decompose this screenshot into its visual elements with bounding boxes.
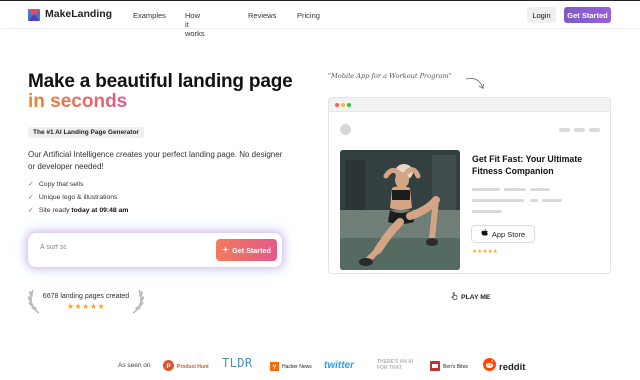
text-placeholder bbox=[472, 188, 500, 191]
play-me-button[interactable]: PLAY ME bbox=[451, 292, 490, 302]
hero-title: Make a beautiful landing page bbox=[28, 71, 293, 92]
app-store-button[interactable]: App Store bbox=[471, 225, 535, 243]
mock-menu-placeholder bbox=[559, 128, 570, 132]
hero-description: Our Artificial Intelligence creates your… bbox=[28, 150, 283, 171]
text-placeholder bbox=[530, 199, 538, 202]
feature-time: today at 09:48 am bbox=[71, 206, 129, 214]
check-icon: ✓ bbox=[28, 207, 34, 214]
mock-menu-placeholder bbox=[589, 128, 600, 132]
brand-twitter[interactable]: twitter bbox=[324, 360, 354, 371]
text-placeholder bbox=[504, 188, 526, 191]
example-prompt-annotation: "Mobile App for a Workout Program" bbox=[328, 72, 452, 80]
feature-text: Site ready today at 09:48 am bbox=[38, 206, 129, 214]
feature-item: ✓ Copy that sells bbox=[28, 180, 84, 189]
brand-tldr[interactable]: TLDR bbox=[222, 356, 253, 370]
hero-title-highlight: in seconds bbox=[28, 91, 128, 112]
header-get-started-button[interactable]: Get Started bbox=[564, 7, 611, 23]
brand-name: MakeLanding bbox=[45, 8, 113, 20]
feature-item: ✓ Unique logo & illustrations bbox=[28, 193, 118, 202]
login-button[interactable]: Login bbox=[527, 7, 556, 23]
mock-logo-placeholder bbox=[340, 124, 351, 135]
nav-examples[interactable]: Examples bbox=[133, 11, 166, 20]
pointer-icon bbox=[451, 292, 458, 302]
bens-bites-icon bbox=[430, 358, 440, 376]
nav-how-it-works[interactable]: How it works bbox=[185, 11, 205, 38]
hero-get-started-button[interactable]: Get Started bbox=[216, 239, 277, 261]
rating-stars: ★★★★★ bbox=[66, 302, 106, 311]
logo-icon bbox=[28, 8, 40, 21]
workout-photo bbox=[340, 150, 460, 270]
brand-bens-bites[interactable]: Ben's Bites bbox=[430, 358, 468, 376]
window-minimize-dot bbox=[341, 103, 345, 107]
text-placeholder bbox=[530, 188, 550, 191]
laurel-left-icon bbox=[27, 288, 41, 320]
text-placeholder bbox=[472, 210, 502, 213]
mock-headline: Get Fit Fast: Your Ultimate Fitness Comp… bbox=[472, 154, 583, 176]
laurel-right-icon bbox=[131, 288, 145, 320]
brand-logo[interactable]: MakeLanding bbox=[28, 8, 113, 21]
app-store-label: App Store bbox=[491, 229, 526, 239]
prompt-box: Get Started bbox=[28, 233, 282, 267]
hero-badge: The #1 AI Landing Page Generator bbox=[28, 127, 144, 138]
brand-theres-an-ai-for-that[interactable]: THERE'S AN AI FOR THAT bbox=[377, 359, 421, 371]
landing-pages-count: 6678 landing pages created bbox=[42, 293, 130, 300]
check-icon: ✓ bbox=[28, 194, 34, 201]
hacker-news-icon: Y bbox=[270, 358, 279, 376]
feature-item: ✓ Site ready today at 09:48 am bbox=[28, 206, 129, 215]
browser-titlebar bbox=[329, 98, 610, 112]
nav-pricing[interactable]: Pricing bbox=[297, 11, 320, 20]
hero-get-started-label: Get Started bbox=[232, 245, 271, 255]
site-header: MakeLanding Examples How it works Review… bbox=[0, 1, 640, 38]
prompt-input[interactable] bbox=[40, 244, 190, 251]
feature-text: Copy that sells bbox=[38, 180, 84, 188]
text-placeholder bbox=[472, 199, 524, 202]
text-placeholder bbox=[542, 199, 562, 202]
brand-product-hunt[interactable]: P Product Hunt bbox=[163, 358, 209, 376]
nav-reviews[interactable]: Reviews bbox=[248, 11, 276, 20]
window-maximize-dot bbox=[347, 103, 351, 107]
as-seen-on-label: As seen on bbox=[118, 362, 151, 369]
reddit-icon bbox=[483, 358, 496, 376]
check-icon: ✓ bbox=[28, 181, 34, 188]
product-hunt-icon: P bbox=[163, 358, 174, 376]
brand-reddit[interactable]: reddit bbox=[483, 358, 525, 376]
brand-hacker-news[interactable]: Y Hacker News bbox=[270, 358, 312, 376]
play-me-label: PLAY ME bbox=[461, 293, 491, 301]
feature-text: Unique logo & illustrations bbox=[38, 193, 118, 201]
svg-text:P: P bbox=[166, 363, 171, 370]
curved-arrow-icon bbox=[464, 76, 486, 97]
mock-menu-placeholder bbox=[574, 128, 585, 132]
mock-rating-stars: ★★★★★ bbox=[472, 249, 499, 255]
preview-browser: Get Fit Fast: Your Ultimate Fitness Comp… bbox=[328, 97, 611, 274]
apple-icon bbox=[481, 229, 488, 239]
window-close-dot bbox=[335, 103, 339, 107]
sparkle-icon bbox=[222, 245, 230, 255]
